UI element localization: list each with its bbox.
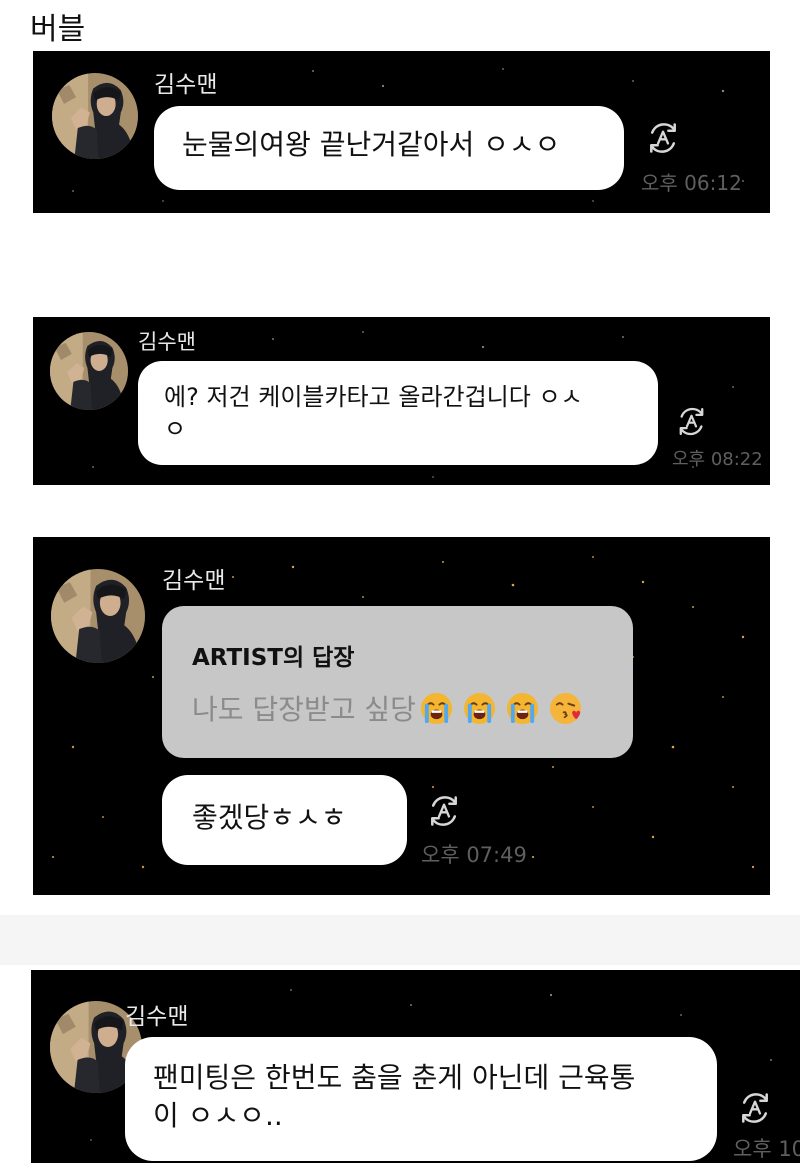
- avatar[interactable]: [52, 73, 138, 159]
- loudly-crying-face-icon: [420, 693, 452, 724]
- message-time: 오후 10: [733, 1137, 800, 1161]
- message-card-1: 김수맨 눈물의여왕 끝난거같아서 ㅇㅅㅇ 오후 06:12: [33, 51, 770, 213]
- message-time: 오후 08:22: [672, 449, 763, 470]
- sender-name: 김수맨: [125, 1004, 189, 1030]
- avatar[interactable]: [50, 332, 128, 410]
- message-text-line-1: 에? 저건 케이블카타고 올라간겁니다 ㅇㅅ: [164, 383, 583, 411]
- loudly-crying-face-icon: [506, 693, 538, 724]
- message-text: 눈물의여왕 끝난거같아서 ㅇㅅㅇ: [182, 128, 561, 161]
- sender-name: 김수맨: [138, 330, 196, 354]
- loudly-crying-face-icon: [463, 693, 495, 724]
- avatar[interactable]: [51, 569, 145, 663]
- message-text: 좋겠당ㅎㅅㅎ: [192, 801, 347, 834]
- message-text-line-1: 팬미팅은 한번도 춤을 춘게 아닌데 근육통: [153, 1061, 636, 1094]
- sender-name: 김수맨: [154, 72, 218, 98]
- page-heading: 버블: [30, 12, 86, 47]
- translate-icon[interactable]: [675, 405, 708, 438]
- message-card-4: 김수맨 팬미팅은 한번도 춤을 춘게 아닌데 근육통 이 ㅇㅅㅇ.. 오후 10: [31, 970, 800, 1163]
- reply-text-row: 나도 답장받고 싶당: [192, 688, 581, 728]
- message-card-2: 김수맨 에? 저건 케이블카타고 올라간겁니다 ㅇㅅ ㅇ 오후 08:22: [33, 317, 770, 485]
- message-bubble[interactable]: 팬미팅은 한번도 춤을 춘게 아닌데 근육통 이 ㅇㅅㅇ..: [125, 1037, 717, 1161]
- face-blowing-a-kiss-icon: [549, 693, 581, 724]
- message-bubble[interactable]: 좋겠당ㅎㅅㅎ: [162, 775, 407, 865]
- reply-title: ARTIST의 답장: [192, 645, 355, 671]
- translate-icon[interactable]: [426, 793, 462, 829]
- translate-icon[interactable]: [737, 1090, 773, 1126]
- translate-icon[interactable]: [645, 120, 681, 156]
- sender-name: 김수맨: [162, 568, 226, 594]
- section-divider: [0, 915, 800, 965]
- message-bubble[interactable]: 에? 저건 케이블카타고 올라간겁니다 ㅇㅅ ㅇ: [138, 361, 658, 465]
- message-time: 오후 06:12: [641, 171, 742, 195]
- reply-text: 나도 답장받고 싶당: [192, 693, 416, 726]
- message-time: 오후 07:49: [421, 843, 527, 867]
- message-text-line-2: ㅇ: [164, 415, 187, 444]
- message-text-line-2: 이 ㅇㅅㅇ..: [153, 1098, 283, 1132]
- message-card-3: 김수맨 ARTIST의 답장 나도 답장받고 싶당 좋겠당ㅎㅅㅎ 오후 07:4…: [33, 537, 770, 895]
- artist-reply-card[interactable]: ARTIST의 답장 나도 답장받고 싶당: [162, 606, 633, 758]
- message-bubble[interactable]: 눈물의여왕 끝난거같아서 ㅇㅅㅇ: [154, 106, 624, 190]
